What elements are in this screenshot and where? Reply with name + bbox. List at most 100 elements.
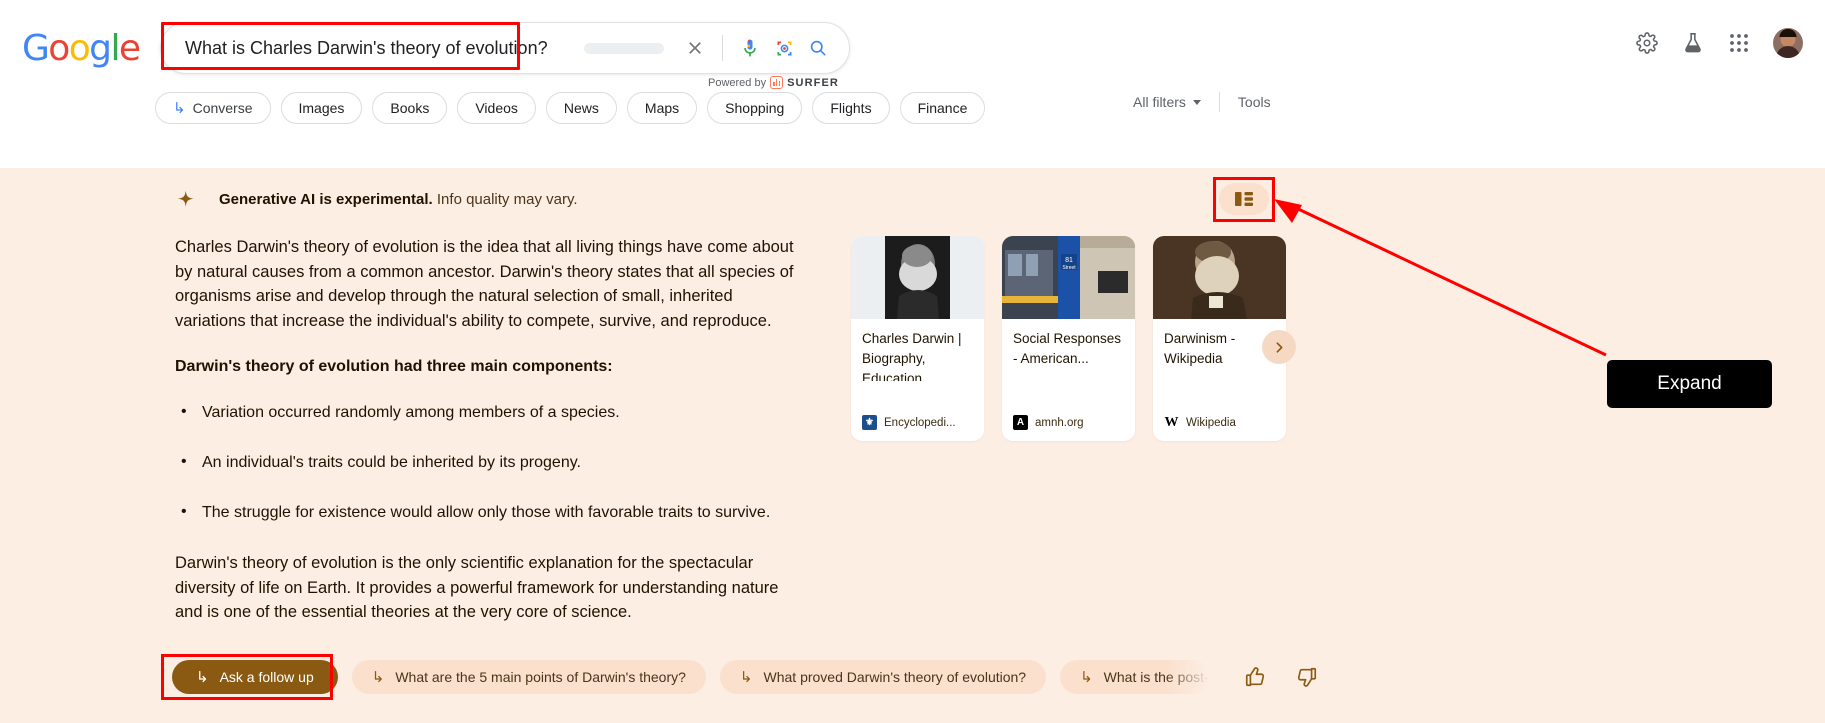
filters-divider [1219, 92, 1220, 112]
notice-bold: Generative AI is experimental. [219, 191, 433, 208]
source-card-social-responses-amnh[interactable]: 81 Street Social Responses - American...… [1002, 236, 1135, 441]
carousel-next-button[interactable] [1262, 330, 1296, 364]
chevron-down-icon [1193, 100, 1201, 105]
all-filters-button[interactable]: All filters [1133, 94, 1201, 110]
tooltip-text: Expand [1657, 373, 1721, 395]
header-actions [1635, 28, 1803, 58]
tab-books[interactable]: Books [372, 92, 447, 124]
thumbs-down-icon[interactable] [1296, 666, 1318, 688]
followup-arrow-icon: ↳ [372, 670, 385, 685]
list-item: An individual's traits could be inherite… [175, 451, 800, 475]
logo-letter-o2: o [69, 30, 89, 68]
sparkle-icon [175, 188, 197, 210]
card-source: ⚜ Encyclopedi... [862, 415, 956, 430]
search-suggestion-placeholder-bar [584, 43, 664, 54]
powered-by-label: Powered by [708, 77, 766, 89]
all-filters-label: All filters [1133, 94, 1186, 110]
card-source-label: Encyclopedi... [884, 417, 956, 429]
followup-row: ↳ Ask a follow up ↳ What are the 5 main … [172, 660, 1318, 694]
avatar[interactable] [1773, 28, 1803, 58]
search-input[interactable] [161, 38, 584, 59]
svg-text:81: 81 [1065, 257, 1073, 264]
followup-label: What proved Darwin's theory of evolution… [764, 669, 1027, 685]
tab-news[interactable]: News [546, 92, 617, 124]
ai-components-list: Variation occurred randomly among member… [175, 401, 800, 525]
tab-converse[interactable]: ↳ Converse [155, 92, 271, 124]
tab-label: Images [299, 100, 345, 116]
logo-letter-G: G [22, 30, 48, 68]
card-source: W Wikipedia [1164, 415, 1236, 430]
tab-label: Videos [475, 100, 518, 116]
followup-arrow-icon: ↳ [1080, 670, 1093, 685]
wikipedia-icon: W [1164, 415, 1179, 430]
tab-label: News [564, 100, 599, 116]
converse-arrow-icon: ↳ [173, 101, 186, 116]
card-title: Social Responses - American... [1002, 319, 1135, 369]
logo-letter-l: l [110, 30, 118, 68]
followup-label: What are the 5 main points of Darwin's t… [395, 669, 686, 685]
tab-flights[interactable]: Flights [812, 92, 889, 124]
card-title: Charles Darwin | Biography, Education,..… [851, 319, 984, 381]
ai-components-heading: Darwin's theory of evolution had three m… [175, 355, 800, 379]
generative-ai-notice-text: Generative AI is experimental. Info qual… [219, 191, 578, 208]
search-tabs: ↳ Converse Images Books Videos News Maps… [155, 92, 985, 124]
chevron-right-icon [1273, 341, 1286, 354]
thumbs-up-icon[interactable] [1244, 666, 1266, 688]
list-item: The struggle for existence would allow o… [175, 501, 800, 525]
search-header: Google [0, 0, 1825, 168]
ai-answer-body: Charles Darwin's theory of evolution is … [175, 235, 800, 649]
surfer-name: SURFER [787, 77, 839, 89]
logo-letter-o1: o [48, 30, 68, 68]
ai-paragraph-1: Charles Darwin's theory of evolution is … [175, 235, 800, 333]
amnh-icon: A [1013, 415, 1028, 430]
notice-rest: Info quality may vary. [433, 191, 578, 208]
layout-columns-icon [1235, 191, 1253, 207]
svg-text:Street: Street [1062, 265, 1076, 271]
clear-icon[interactable] [678, 31, 712, 65]
followup-arrow-icon: ↳ [740, 670, 753, 685]
followup-arrow-icon: ↳ [196, 670, 209, 685]
google-logo[interactable]: Google [22, 30, 139, 68]
followup-suggestion-1[interactable]: ↳ What are the 5 main points of Darwin's… [352, 660, 706, 694]
generative-ai-notice: Generative AI is experimental. Info qual… [175, 188, 578, 210]
logo-letter-g: g [89, 30, 110, 68]
tab-label: Maps [645, 100, 679, 116]
google-lens-icon[interactable] [767, 31, 801, 65]
ask-followup-label: Ask a follow up [220, 669, 314, 685]
logo-letter-e: e [119, 30, 140, 68]
tab-images[interactable]: Images [281, 92, 363, 124]
source-card-charles-darwin-biography[interactable]: Charles Darwin | Biography, Education,..… [851, 236, 984, 441]
tab-label: Converse [193, 100, 253, 116]
followup-suggestion-3[interactable]: ↳ What is the post-D [1060, 660, 1210, 694]
followup-label: What is the post-D [1104, 669, 1210, 685]
tab-videos[interactable]: Videos [457, 92, 536, 124]
card-thumbnail-darwin-bw [851, 236, 984, 319]
expand-tooltip: Expand [1607, 360, 1772, 408]
gear-icon[interactable] [1635, 31, 1659, 55]
surfer-logo-icon [770, 76, 783, 89]
followup-suggestion-2[interactable]: ↳ What proved Darwin's theory of evoluti… [720, 660, 1046, 694]
tab-label: Shopping [725, 100, 784, 116]
page-root: Google [0, 0, 1825, 723]
microphone-icon[interactable] [733, 31, 767, 65]
tools-button[interactable]: Tools [1238, 94, 1271, 110]
card-source: A amnh.org [1013, 415, 1084, 430]
tab-label: Books [390, 100, 429, 116]
encyclopedia-britannica-icon: ⚜ [862, 415, 877, 430]
card-source-label: Wikipedia [1186, 417, 1236, 429]
expand-button[interactable] [1219, 183, 1269, 215]
search-submit-icon[interactable] [801, 31, 835, 65]
tab-finance[interactable]: Finance [900, 92, 986, 124]
tab-label: Flights [830, 100, 871, 116]
filters-bar: All filters Tools [1133, 92, 1271, 112]
ai-paragraph-2: Darwin's theory of evolution is the only… [175, 551, 800, 625]
feedback-controls [1244, 666, 1318, 688]
ask-a-follow-up-button[interactable]: ↳ Ask a follow up [172, 660, 338, 694]
source-cards-carousel: Charles Darwin | Biography, Education,..… [851, 236, 1286, 441]
tab-shopping[interactable]: Shopping [707, 92, 802, 124]
apps-grid-icon[interactable] [1727, 31, 1751, 55]
search-bar[interactable] [160, 22, 850, 74]
labs-flask-icon[interactable] [1681, 31, 1705, 55]
tab-maps[interactable]: Maps [627, 92, 697, 124]
card-thumbnail-darwin-sepia [1153, 236, 1286, 319]
